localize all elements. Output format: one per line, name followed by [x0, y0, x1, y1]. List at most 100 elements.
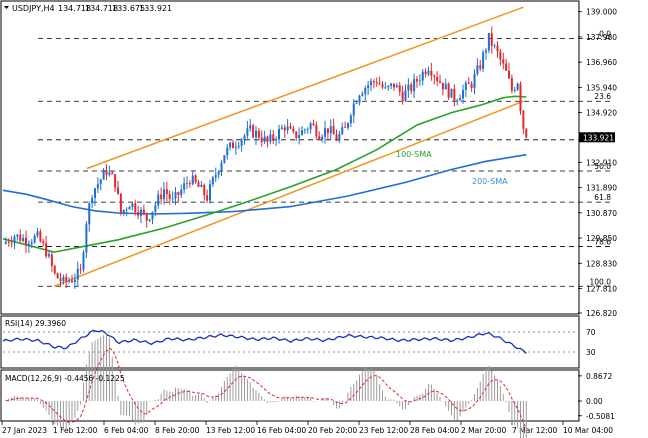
price-tick-label: 137.980 — [586, 33, 617, 42]
candle-body — [315, 125, 318, 137]
candle-body — [407, 84, 410, 91]
candle-body — [332, 126, 335, 135]
candle-body — [292, 128, 295, 132]
candle-body — [197, 182, 200, 187]
candle-body — [381, 84, 384, 88]
candle-body — [344, 127, 347, 128]
candle-body — [94, 188, 96, 198]
candle-body — [76, 268, 79, 280]
candle-body — [473, 74, 476, 88]
candle-body — [312, 123, 315, 126]
candle-body — [341, 127, 344, 134]
time-tick-label: 8 Feb 20:00 — [155, 426, 200, 435]
candle-body — [59, 278, 62, 282]
rsi-level-label: 30 — [586, 348, 596, 357]
candle-body — [99, 179, 102, 185]
candle-body — [384, 87, 387, 89]
candle-body — [502, 59, 505, 64]
candle-body — [163, 189, 165, 200]
candle-body — [286, 126, 289, 131]
candle-body — [490, 33, 493, 46]
candle-body — [48, 254, 50, 257]
candle-body — [191, 175, 194, 185]
candle-body — [485, 50, 487, 53]
candle-body — [410, 84, 413, 92]
candle-body — [148, 219, 151, 221]
candle-body — [160, 194, 163, 200]
candle-body — [102, 169, 105, 180]
candle-body — [168, 194, 171, 199]
candle-body — [232, 142, 234, 149]
candle-body — [180, 189, 183, 195]
candle-body — [439, 81, 441, 83]
candle-body — [36, 231, 39, 236]
candle-body — [505, 63, 508, 71]
candle-body — [234, 147, 237, 149]
candle-body — [487, 33, 490, 51]
candle-body — [470, 83, 473, 88]
candle-body — [427, 70, 430, 75]
candle-body — [395, 85, 398, 88]
candle-body — [82, 252, 85, 270]
candle-body — [283, 127, 286, 131]
time-tick-label: 16 Feb 04:00 — [257, 426, 306, 435]
candle-body — [88, 203, 91, 225]
candle-body — [117, 187, 119, 194]
candle-body — [255, 130, 257, 138]
candle-body — [7, 241, 10, 243]
candle-body — [50, 254, 53, 266]
candle-body — [33, 235, 36, 243]
main-panel — [0, 0, 580, 315]
candle-body — [186, 183, 188, 185]
candle-body — [10, 242, 13, 244]
candle-body — [324, 128, 326, 137]
candle-body — [105, 169, 108, 175]
candle-body — [188, 183, 191, 185]
price-tick-label: 126.820 — [586, 309, 617, 318]
candle-body — [358, 95, 361, 103]
candle-body — [321, 136, 324, 140]
price-tick-label: 130.870 — [586, 209, 617, 218]
candle-body — [25, 237, 27, 246]
candle-body — [229, 142, 232, 148]
fib-level-label: 61.8 — [594, 193, 611, 202]
candle-body — [249, 125, 252, 129]
candle-body — [214, 174, 217, 178]
candle-body — [62, 276, 65, 282]
candle-body — [318, 136, 321, 140]
candle-body — [370, 81, 372, 86]
candle-body — [295, 131, 298, 138]
candle-body — [145, 213, 148, 221]
candle-body — [260, 137, 263, 142]
candle-body — [401, 91, 404, 102]
candle-body — [157, 194, 160, 206]
price-tick-label: 131.890 — [586, 184, 617, 193]
candle-body — [56, 273, 59, 279]
candle-body — [165, 189, 168, 195]
rsi-level-label: 70 — [586, 328, 596, 337]
candle-body — [278, 128, 280, 140]
price-tick-label: 139.000 — [586, 8, 617, 17]
price-tick-label: 135.940 — [586, 83, 617, 92]
candle-body — [462, 90, 464, 99]
candle-body — [441, 82, 444, 90]
macd-tick-label: -0.5081 — [586, 412, 615, 421]
candle-body — [453, 88, 456, 102]
candle-body — [269, 134, 272, 142]
ohlc-close: 133.921 — [139, 4, 172, 13]
candle-body — [85, 224, 88, 253]
candle-body — [522, 110, 525, 129]
candle-body — [68, 280, 71, 282]
price-tick-label: 136.960 — [586, 58, 617, 67]
macd-tick-label: 0.8672 — [586, 372, 612, 381]
candle-body — [275, 139, 278, 141]
candle-body — [39, 231, 42, 242]
candle-body — [171, 198, 174, 200]
candle-body — [516, 83, 519, 90]
candle-body — [108, 172, 111, 175]
candle-body — [91, 197, 94, 204]
candle-body — [513, 89, 516, 91]
candle-body — [467, 82, 470, 84]
candle-body — [367, 85, 370, 88]
candle-body — [65, 276, 68, 282]
